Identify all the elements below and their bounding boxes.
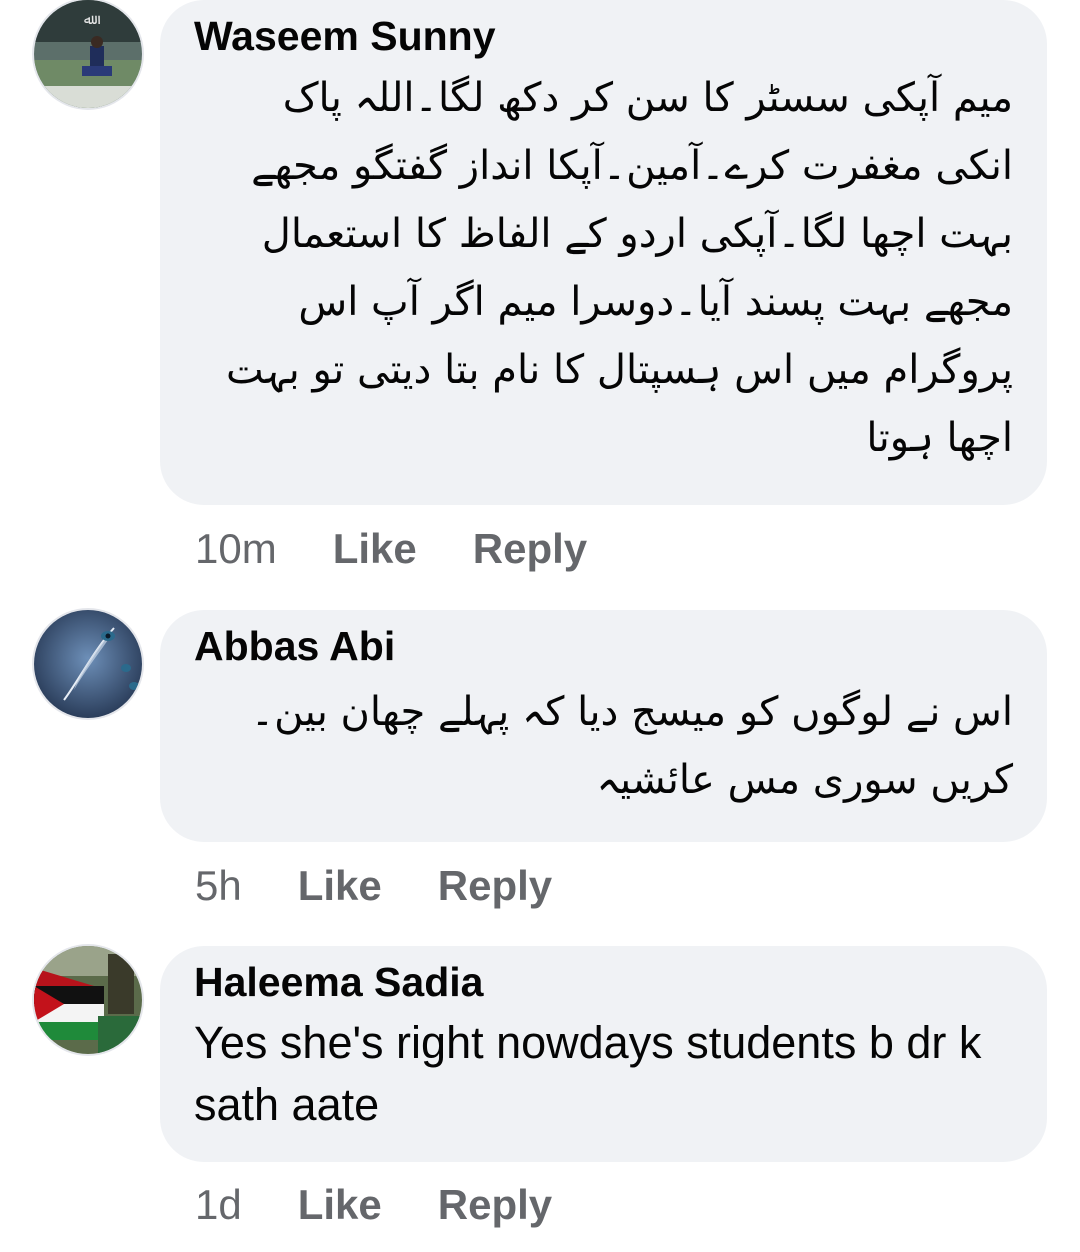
timestamp[interactable]: 5h — [195, 862, 242, 910]
reply-button[interactable]: Reply — [473, 525, 587, 573]
avatar-image: ﷲ — [34, 0, 142, 108]
reply-button[interactable]: Reply — [438, 1181, 552, 1229]
like-button[interactable]: Like — [333, 525, 417, 573]
comment-text: میم آپکی سسٹر کا سن کر دکھ لگا۔اللہ پاک … — [225, 75, 1013, 461]
comment-bubble: Abbas Abi اس نے لوگوں کو میسج دیا کہ پہل… — [160, 610, 1047, 842]
timestamp[interactable]: 1d — [195, 1181, 242, 1229]
comment-meta: 5h Like Reply — [195, 861, 552, 911]
comment-text: Yes she's right nowdays students b dr k … — [194, 1017, 982, 1130]
author-name[interactable]: Waseem Sunny — [194, 12, 1013, 60]
comment-bubble: Haleema Sadia Yes she's right nowdays st… — [160, 946, 1047, 1162]
avatar-image — [34, 946, 142, 1054]
comment-text: اس نے لوگوں کو میسج دیا کہ پہلے چھان بین… — [250, 689, 1013, 803]
author-name[interactable]: Abbas Abi — [194, 622, 1013, 670]
comment-bubble: Waseem Sunny میم آپکی سسٹر کا سن کر دکھ … — [160, 0, 1047, 505]
timestamp[interactable]: 10m — [195, 525, 277, 573]
avatar-image — [34, 610, 142, 718]
reply-button[interactable]: Reply — [438, 862, 552, 910]
comment-meta: 10m Like Reply — [195, 524, 587, 574]
avatar[interactable] — [34, 610, 142, 718]
like-button[interactable]: Like — [298, 862, 382, 910]
avatar[interactable] — [34, 946, 142, 1054]
like-button[interactable]: Like — [298, 1181, 382, 1229]
comment-meta: 1d Like Reply — [195, 1180, 552, 1230]
author-name[interactable]: Haleema Sadia — [194, 958, 1013, 1006]
avatar[interactable]: ﷲ — [34, 0, 142, 108]
